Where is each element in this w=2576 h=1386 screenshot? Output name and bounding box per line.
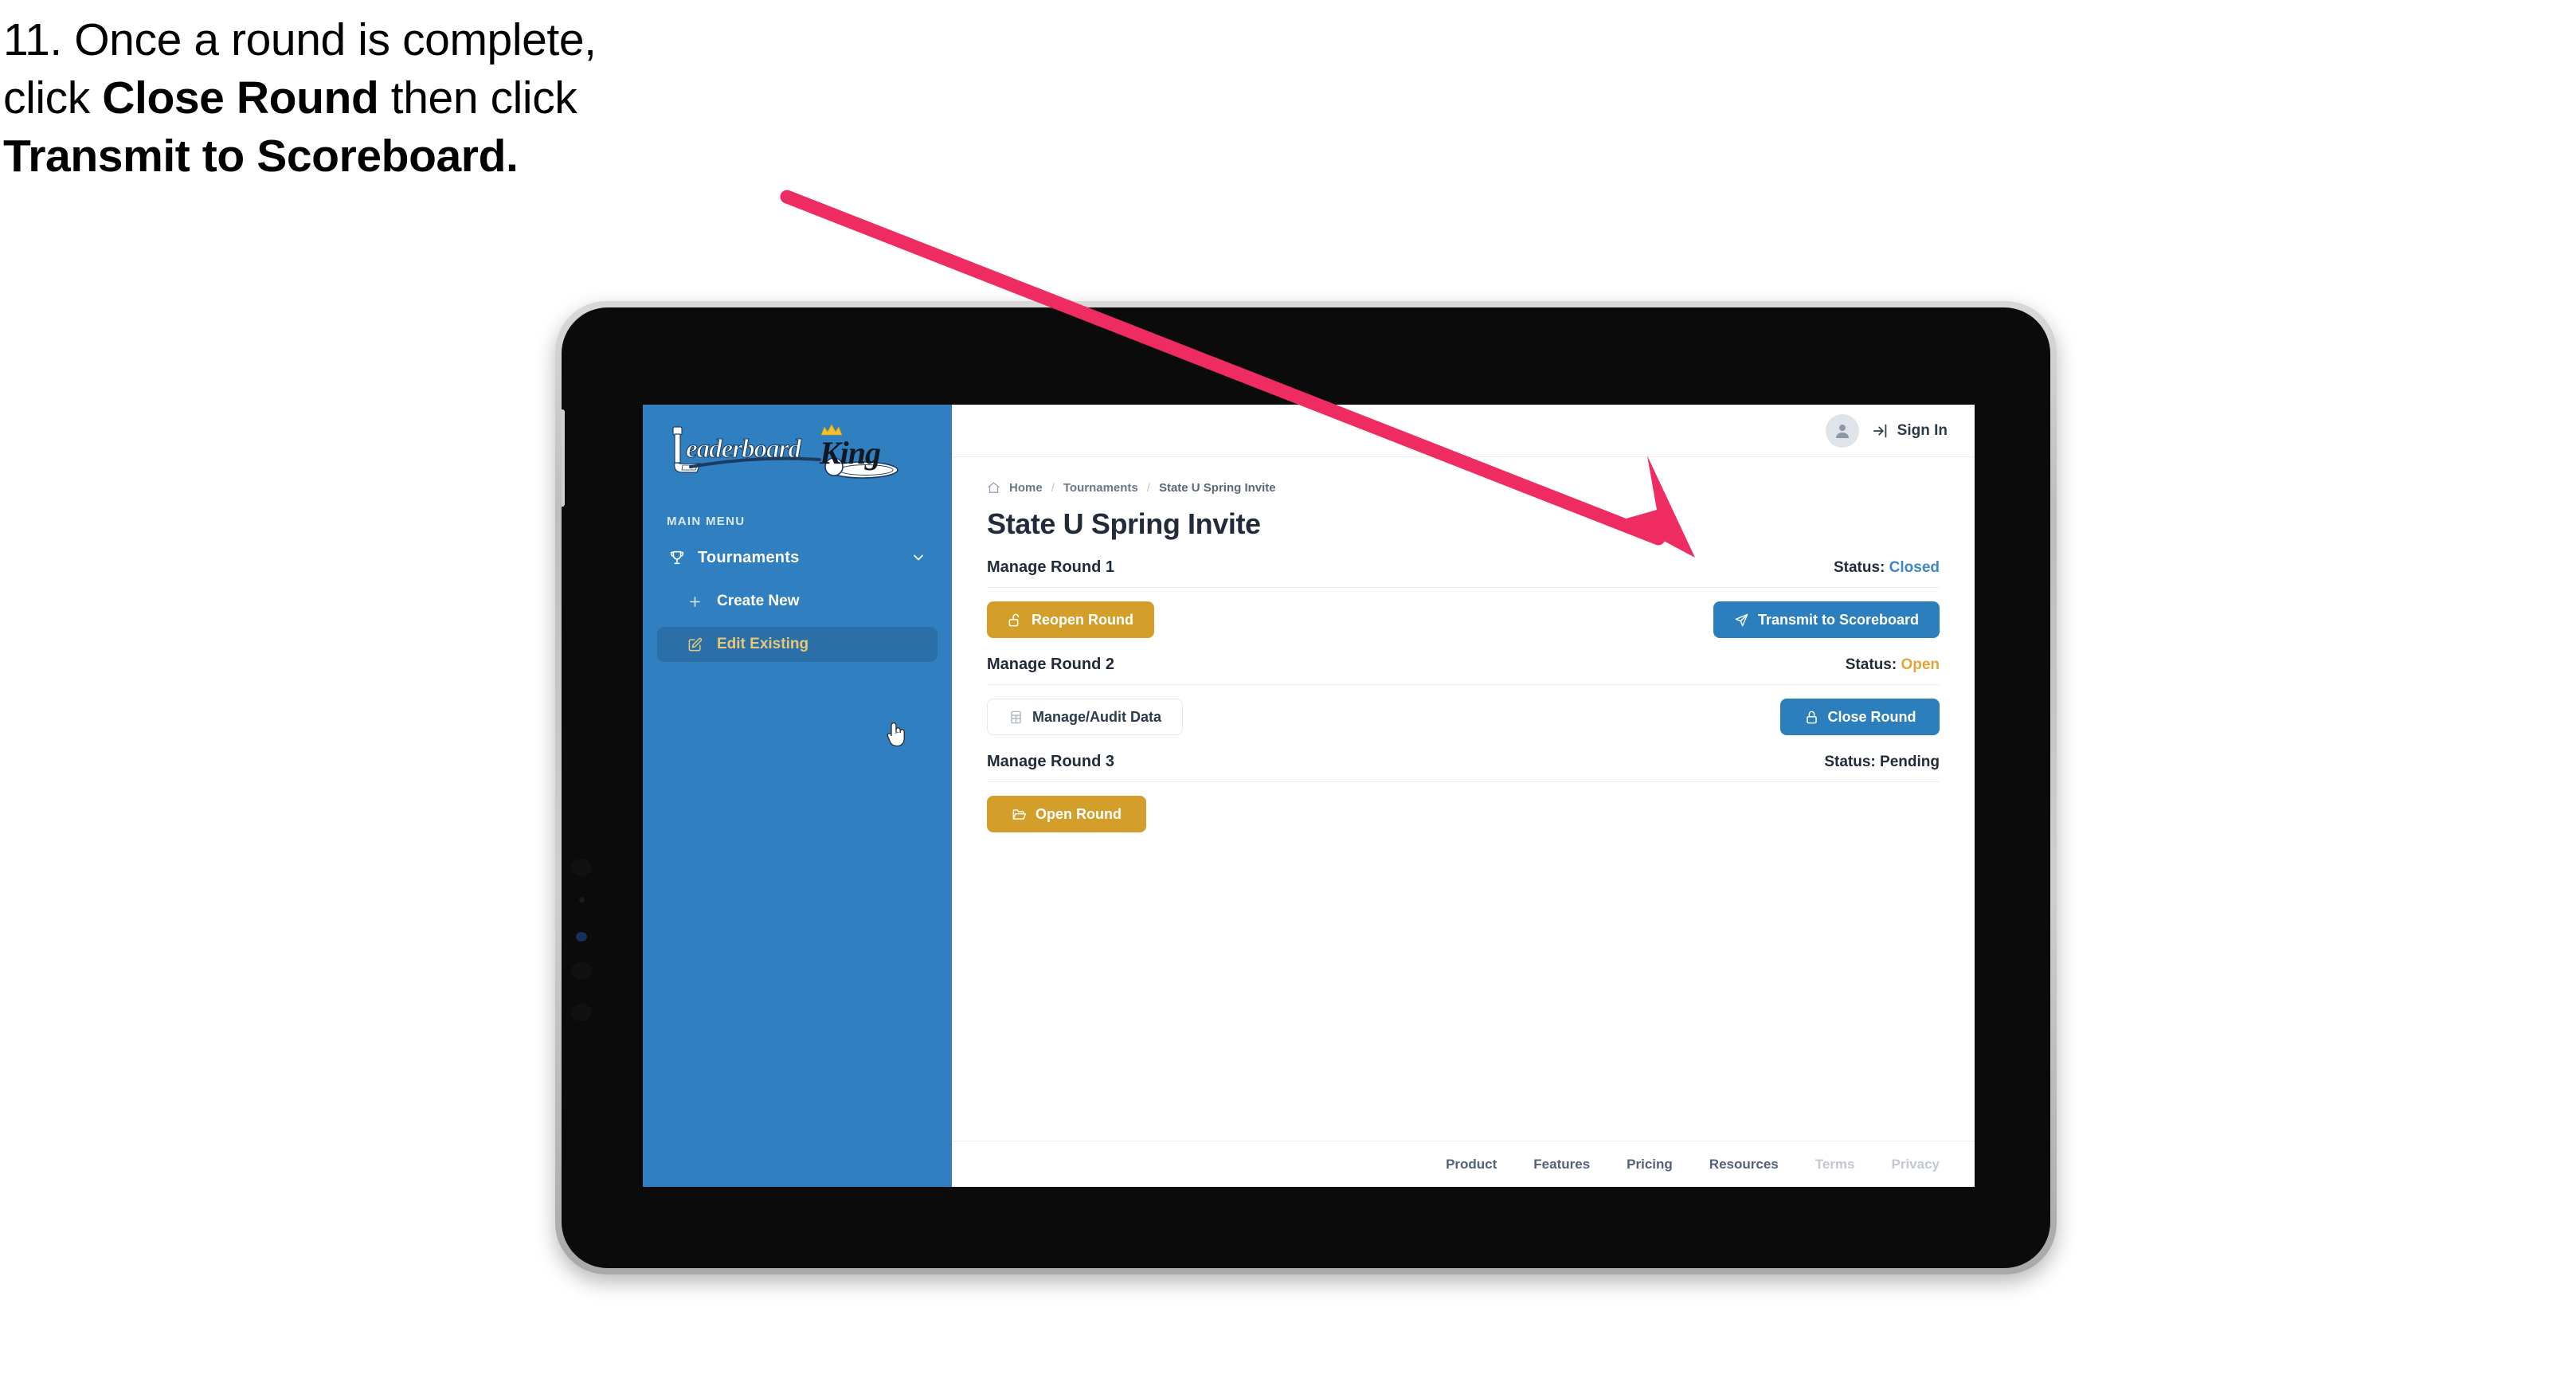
mouse-pointer-hand-cursor [887, 722, 905, 747]
sidebar-item-edit-existing[interactable]: Edit Existing [657, 627, 938, 662]
round-actions: Reopen Round Transmit to Scoreboard [987, 601, 1940, 638]
open-round-button[interactable]: Open Round [987, 796, 1146, 832]
tablet-camera [571, 859, 592, 876]
chevron-down-icon[interactable] [910, 550, 926, 566]
round-title: Manage Round 1 [987, 558, 1115, 576]
status-value: Pending [1880, 754, 1940, 770]
status-label: Status: [1845, 656, 1897, 673]
sidebar-item-create-new[interactable]: Create New [657, 584, 938, 619]
edit-square-icon [687, 636, 708, 653]
manage-audit-data-label: Manage/Audit Data [1032, 708, 1162, 725]
footer-link-product[interactable]: Product [1446, 1157, 1497, 1173]
brand-logo[interactable]: eaderboard King [643, 405, 952, 499]
breadcrumb-item-home[interactable]: Home [1009, 481, 1043, 495]
top-bar: Sign In [952, 405, 1975, 457]
svg-text:King: King [819, 435, 880, 471]
reopen-round-label: Reopen Round [1032, 611, 1133, 628]
tablet-sensor-dot [579, 897, 585, 902]
breadcrumb: Home / Tournaments / State U Spring Invi… [987, 481, 1940, 495]
caption-line-2-pre: click [3, 72, 103, 123]
sidebar-item-edit-existing-label: Edit Existing [717, 636, 809, 652]
caption-line-2-post: then click [378, 72, 577, 123]
sidebar-section-label: MAIN MENU [667, 515, 746, 528]
caption-line-3-bold: Transmit to Scoreboard. [3, 131, 519, 182]
round-header: Manage Round 3 Status: Pending [987, 753, 1940, 782]
open-round-label: Open Round [1035, 805, 1122, 822]
close-round-button[interactable]: Close Round [1780, 699, 1940, 735]
transmit-to-scoreboard-button[interactable]: Transmit to Scoreboard [1713, 601, 1940, 638]
breadcrumb-item-tournaments[interactable]: Tournaments [1063, 481, 1138, 495]
leaderboard-king-logo-icon: eaderboard King [672, 424, 898, 479]
status-label: Status: [1824, 754, 1876, 770]
sidebar-item-create-new-label: Create New [717, 593, 800, 609]
status-value: Open [1901, 656, 1940, 673]
round-section-3: Manage Round 3 Status: Pending Open Roun… [987, 753, 1940, 832]
status-label: Status: [1833, 559, 1885, 576]
user-avatar-icon [1835, 424, 1849, 438]
table-grid-icon [1008, 710, 1024, 725]
paper-plane-icon [1734, 613, 1749, 628]
instruction-caption: 11. Once a round is complete, click Clos… [3, 18, 848, 192]
caption-line-2-bold: Close Round [102, 72, 379, 123]
caption-line-2: click Close Round then click [3, 76, 848, 121]
status-badge: Status: Pending [1824, 754, 1940, 771]
round-header: Manage Round 2 Status: Open [987, 656, 1940, 685]
footer-link-terms[interactable]: Terms [1815, 1157, 1855, 1173]
manage-audit-data-button[interactable]: Manage/Audit Data [987, 699, 1184, 735]
sign-in-arrow-icon [1873, 424, 1886, 437]
sidebar-item-tournaments[interactable]: Tournaments [657, 539, 938, 576]
status-badge: Status: Closed [1834, 559, 1940, 577]
page-body: Home / Tournaments / State U Spring Invi… [952, 457, 1975, 1141]
tablet-lens [576, 932, 587, 942]
tablet-power-button [562, 409, 565, 507]
breadcrumb-separator: / [1146, 481, 1150, 495]
round-section-2: Manage Round 2 Status: Open Manage/Audit… [987, 656, 1940, 735]
round-actions: Manage/Audit Data Close Round [987, 699, 1940, 735]
tablet-speaker-bottom [571, 1004, 592, 1021]
footer: Product Features Pricing Resources Terms… [952, 1141, 1975, 1187]
trophy-icon [668, 548, 691, 567]
tablet-speaker-top [571, 962, 592, 980]
sidebar: eaderboard King MAIN MENU Tournaments Cr… [643, 405, 952, 1187]
footer-link-resources[interactable]: Resources [1709, 1157, 1779, 1173]
screenshot-canvas: 11. Once a round is complete, click Clos… [0, 0, 2576, 1386]
reopen-round-button[interactable]: Reopen Round [987, 601, 1154, 638]
round-actions: Open Round [987, 796, 1940, 832]
caption-line-1: 11. Once a round is complete, [3, 14, 597, 65]
sign-in-label: Sign In [1897, 421, 1948, 439]
page-title: State U Spring Invite [987, 507, 1261, 540]
round-title: Manage Round 3 [987, 753, 1115, 770]
lock-icon [1804, 710, 1819, 725]
caption-line-3: Transmit to Scoreboard. [3, 134, 848, 179]
status-badge: Status: Open [1846, 656, 1940, 674]
main-content: Sign In Home / Tournaments / State U Spr… [952, 405, 1975, 1187]
status-value: Closed [1889, 559, 1940, 576]
footer-link-privacy[interactable]: Privacy [1892, 1157, 1940, 1173]
sign-in-button[interactable]: Sign In [1872, 422, 1948, 440]
home-icon[interactable] [987, 481, 1000, 495]
app-screen: eaderboard King MAIN MENU Tournaments Cr… [643, 405, 1975, 1187]
round-header: Manage Round 1 Status: Closed [987, 558, 1940, 588]
round-title: Manage Round 2 [987, 656, 1115, 673]
unlock-icon [1008, 613, 1023, 628]
footer-link-features[interactable]: Features [1533, 1157, 1590, 1173]
sidebar-item-tournaments-label: Tournaments [698, 548, 800, 566]
transmit-to-scoreboard-label: Transmit to Scoreboard [1757, 611, 1919, 628]
close-round-label: Close Round [1827, 708, 1916, 725]
footer-link-pricing[interactable]: Pricing [1627, 1157, 1673, 1173]
folder-open-icon [1012, 807, 1027, 822]
avatar[interactable] [1825, 413, 1859, 448]
plus-icon [687, 593, 708, 610]
tablet-device-frame: eaderboard King MAIN MENU Tournaments Cr… [555, 301, 2057, 1274]
tablet-bezel: eaderboard King MAIN MENU Tournaments Cr… [562, 307, 2050, 1268]
breadcrumb-separator: / [1051, 481, 1055, 495]
breadcrumb-item-current: State U Spring Invite [1158, 481, 1276, 495]
round-section-1: Manage Round 1 Status: Closed Reopen Rou… [987, 558, 1940, 638]
